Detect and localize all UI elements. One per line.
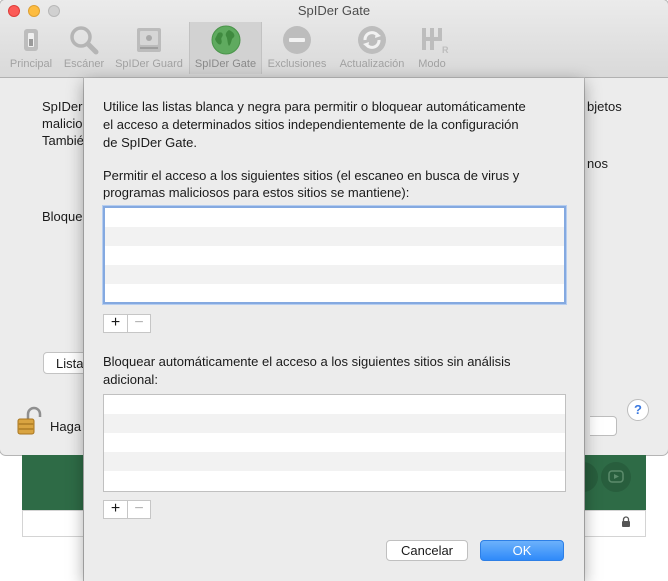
add-block-site-button[interactable]: + [104,501,127,518]
list-row[interactable] [104,452,565,471]
description-fragment: SpIDer [42,99,83,114]
lock-icon[interactable] [16,406,42,436]
ok-button[interactable]: OK [480,540,564,561]
block-list-label: adicional: [103,372,158,387]
toolbar-item-actualizacion[interactable]: Actualización [335,22,409,74]
lock-hint-text: Haga [50,419,82,434]
remove-allow-site-button[interactable]: − [126,315,150,332]
titlebar: SpIDer Gate Principal Escáner SpIDer Gua… [0,0,668,78]
toolbar-item-escaner[interactable]: Escáner [60,22,108,74]
minus-circle-icon [280,24,314,56]
toolbar-item-modo[interactable]: R Modo [411,22,453,74]
description-fragment: Tambié [42,133,84,148]
list-row[interactable] [104,471,565,490]
cancel-button[interactable]: Cancelar [386,540,468,561]
block-list[interactable] [103,394,566,492]
list-row[interactable] [105,246,564,265]
globe-icon [209,24,243,56]
toolbar-item-principal[interactable]: Principal [4,22,58,74]
allow-list-label: Permitir el acceso a los siguientes siti… [103,168,520,183]
block-list-label: Bloquear automáticamente el acceso a los… [103,354,511,369]
allow-list-label: programas maliciosos para estos sitios s… [103,185,410,200]
toolbar-item-spider-guard[interactable]: SpIDer Guard [111,22,187,74]
gearshift-icon: R [415,24,449,56]
description-fragment: malicio [42,116,83,131]
list-row[interactable] [105,284,564,302]
text-field-fragment[interactable] [590,416,617,436]
add-allow-site-button[interactable]: + [104,315,127,332]
help-button[interactable]: ? [627,399,649,421]
list-row[interactable] [105,208,564,227]
allow-list-add-remove: + − [103,314,151,333]
list-row[interactable] [104,433,565,452]
list-row[interactable] [105,227,564,246]
refresh-icon [355,24,389,56]
description-fragment: nos [587,156,608,171]
block-list-add-remove: + − [103,500,151,519]
svg-text:R: R [442,45,449,55]
list-row[interactable] [105,265,564,284]
intro-text: de SpIDer Gate. [103,135,197,150]
intro-text: el acceso a determinados sitios independ… [103,117,519,132]
toolbar-item-exclusiones[interactable]: Exclusiones [264,22,330,74]
block-setting-label: Bloque [42,209,83,224]
list-row[interactable] [104,395,565,414]
remove-block-site-button[interactable]: − [126,501,150,518]
padlock-icon [621,516,631,528]
allow-list[interactable] [103,206,566,304]
switch-icon [14,24,48,56]
window-title: SpIDer Gate [297,3,371,18]
list-row[interactable] [104,414,565,433]
drive-icon [132,24,166,56]
youtube-icon[interactable] [601,462,631,492]
toolbar-item-spider-gate[interactable]: SpIDer Gate [189,22,262,74]
lists-sheet-dialog: Utilice las listas blanca y negra para p… [84,78,584,581]
magnifier-icon [67,24,101,56]
description-fragment: bjetos [587,99,622,114]
intro-text: Utilice las listas blanca y negra para p… [103,99,526,114]
